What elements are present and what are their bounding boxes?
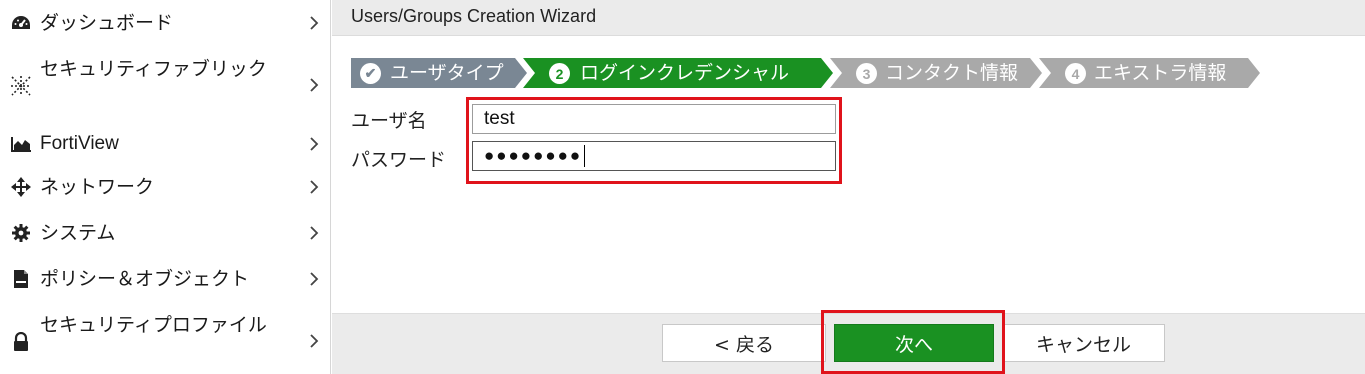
sidebar-item-network[interactable]: ネットワーク [0, 172, 331, 202]
highlight-box-next [821, 310, 1005, 374]
chevron-right-icon [307, 134, 321, 154]
page-title: Users/Groups Creation Wizard [351, 6, 597, 26]
password-label: パスワード [351, 149, 447, 171]
sidebar-item-label: ネットワーク [40, 176, 155, 198]
chevron-right-icon [307, 223, 321, 243]
sidebar-item-label: セキュリティプロファイル [40, 314, 267, 336]
chevron-right-icon [307, 75, 321, 95]
step-label: ログインクレデンシャル [580, 62, 790, 84]
sidebar-item-label: システム [40, 222, 116, 244]
gear-icon [9, 221, 33, 245]
chevron-right-icon [307, 177, 321, 197]
cancel-button[interactable]: キャンセル [1002, 324, 1165, 362]
network-move-icon [9, 175, 33, 199]
sidebar-item-label: セキュリティファブリック [40, 58, 267, 80]
sidebar-nav: ダッシュボード セキュリティファブリック FortiView ネットワーク シス… [0, 0, 331, 374]
sidebar-item-label: ポリシー＆オブジェクト [40, 268, 250, 290]
step-number: 3 [856, 63, 877, 84]
sidebar-item-security-profiles[interactable]: セキュリティプロファイル [0, 310, 331, 372]
highlight-box-credentials [466, 97, 842, 184]
step-label: エキストラ情報 [1094, 62, 1227, 84]
checkmark-icon: ✔ [360, 63, 381, 84]
step-contact-info[interactable]: 3 コンタクト情報 [830, 58, 1042, 88]
sidebar-item-policy-objects[interactable]: ポリシー＆オブジェクト [0, 264, 331, 294]
step-extra-info[interactable]: 4 エキストラ情報 [1039, 58, 1260, 88]
wizard-title-bar: Users/Groups Creation Wizard [332, 0, 1365, 36]
chevron-right-icon [307, 269, 321, 289]
sidebar-item-dashboard[interactable]: ダッシュボード [0, 8, 331, 38]
sidebar-item-fortiview[interactable]: FortiView [0, 129, 331, 159]
policy-document-icon [9, 267, 33, 291]
security-fabric-icon [9, 74, 33, 98]
step-user-type[interactable]: ✔ ユーザタイプ [351, 58, 527, 88]
step-label: ユーザタイプ [390, 62, 504, 84]
sidebar-item-label: FortiView [40, 133, 119, 154]
step-number: 4 [1065, 63, 1086, 84]
wizard-panel: Users/Groups Creation Wizard ✔ ユーザタイプ 2 … [332, 0, 1365, 374]
chevron-right-icon [307, 331, 321, 351]
step-label: コンタクト情報 [885, 62, 1019, 84]
dashboard-icon [9, 11, 33, 35]
step-login-credentials[interactable]: 2 ログインクレデンシャル [523, 58, 833, 88]
area-chart-icon [9, 132, 33, 156]
lock-icon [9, 330, 33, 354]
step-number: 2 [549, 63, 570, 84]
back-button[interactable]: < 戻る [662, 324, 826, 362]
sidebar-item-system[interactable]: システム [0, 218, 331, 248]
username-label: ユーザ名 [351, 110, 427, 132]
sidebar-item-security-fabric[interactable]: セキュリティファブリック [0, 54, 331, 116]
chevron-right-icon [307, 13, 321, 33]
sidebar-item-label: ダッシュボード [40, 12, 174, 34]
